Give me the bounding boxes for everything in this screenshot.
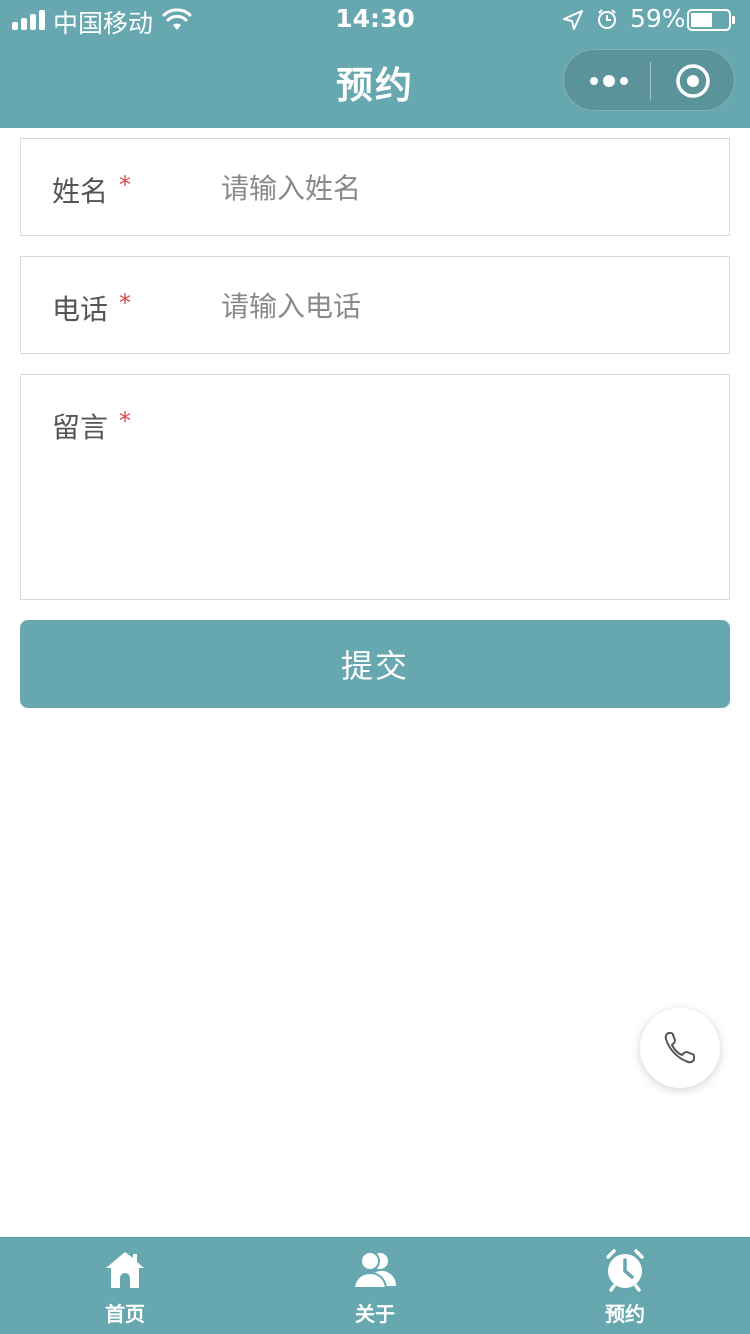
call-fab-button[interactable]	[640, 1008, 720, 1088]
required-mark: *	[119, 171, 131, 199]
phone-icon	[664, 1032, 695, 1064]
message-field: 留言 *	[20, 374, 730, 600]
tab-booking[interactable]: 预约	[500, 1238, 750, 1334]
tab-about-label: 关于	[355, 1302, 395, 1326]
phone-input[interactable]	[221, 281, 701, 331]
alarm-clock-icon	[606, 1249, 644, 1292]
more-dots-icon[interactable]	[588, 68, 630, 94]
required-mark: *	[119, 289, 131, 317]
mini-program-capsule	[563, 49, 735, 111]
tab-home-label: 首页	[105, 1302, 145, 1326]
tab-bar: 首页 关于 预约	[0, 1237, 750, 1334]
tab-about[interactable]: 关于	[250, 1238, 500, 1334]
status-bar: 中国移动 14:30 59%	[0, 0, 750, 40]
tab-booking-label: 预约	[605, 1302, 645, 1326]
target-icon[interactable]	[674, 62, 712, 100]
required-mark: *	[119, 407, 131, 435]
phone-label: 电话	[52, 293, 109, 326]
users-icon	[353, 1251, 396, 1289]
name-input[interactable]	[221, 163, 701, 213]
phone-field: 电话 *	[20, 256, 730, 354]
message-textarea[interactable]	[221, 399, 711, 579]
name-field: 姓名 *	[20, 138, 730, 236]
message-label: 留言	[52, 411, 109, 444]
location-arrow-icon	[563, 10, 583, 30]
top-bar: 中国移动 14:30 59% 预约	[0, 0, 750, 128]
tab-home[interactable]: 首页	[0, 1238, 250, 1334]
battery-percent: 59%	[630, 4, 686, 33]
submit-button[interactable]: 提交	[20, 620, 730, 708]
alarm-status-icon	[598, 9, 616, 29]
capsule-divider	[650, 62, 651, 100]
battery-icon	[687, 9, 735, 31]
name-label: 姓名	[52, 175, 109, 208]
home-icon	[106, 1252, 144, 1288]
